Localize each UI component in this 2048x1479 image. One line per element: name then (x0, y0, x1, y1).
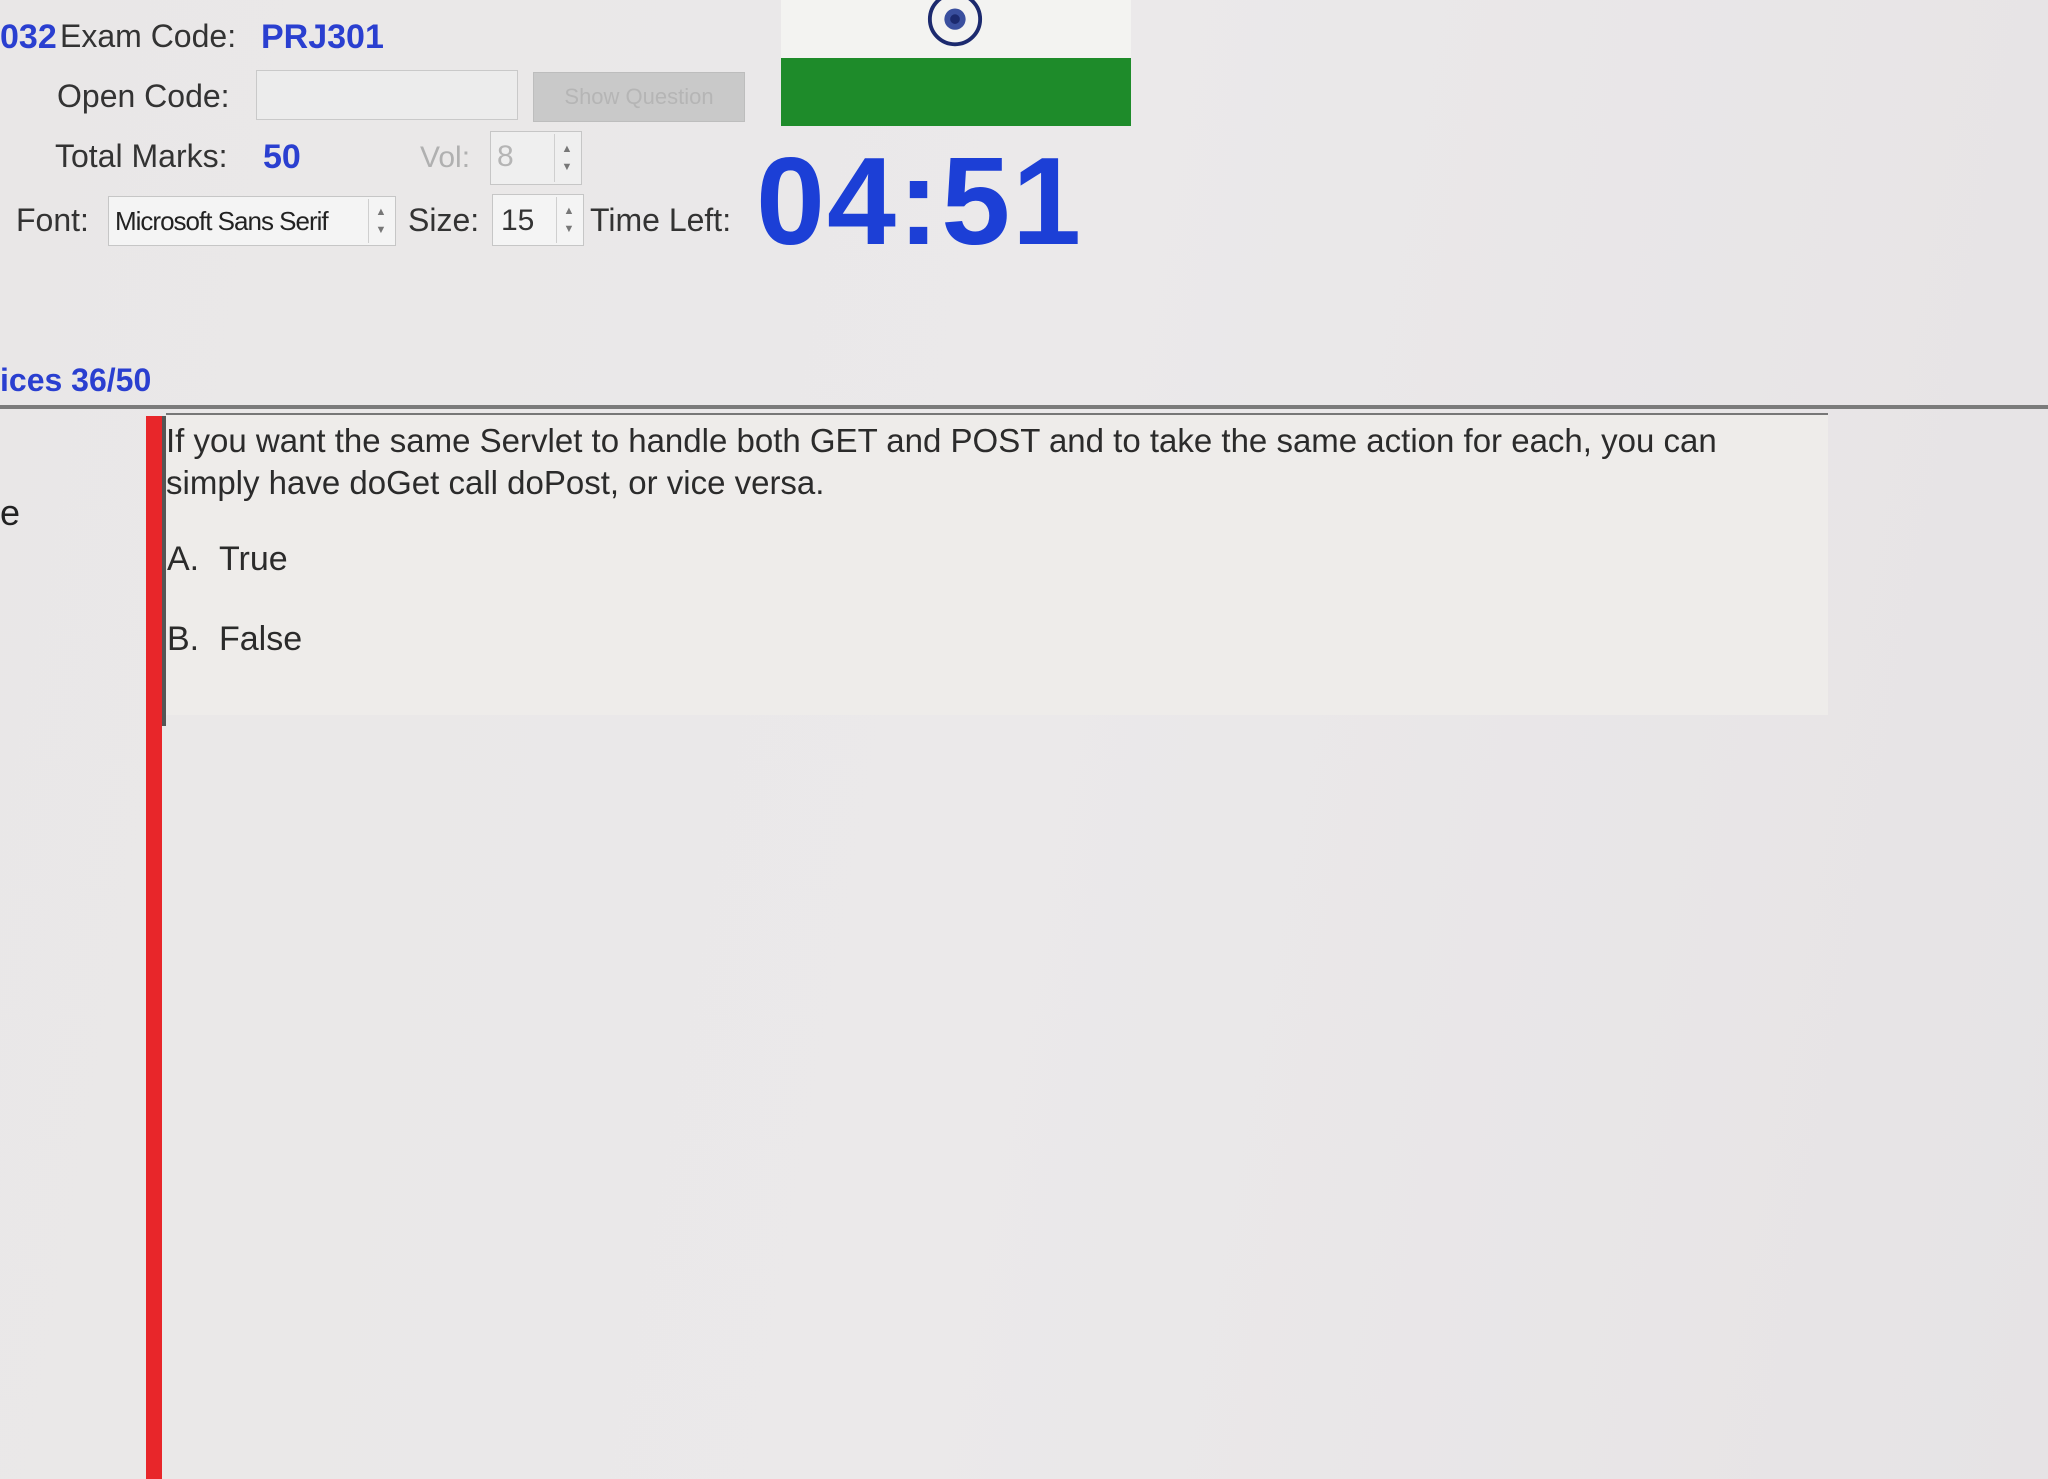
option-text: False (219, 620, 303, 658)
font-value: Microsoft Sans Serif (115, 206, 329, 236)
spin-down-icon[interactable]: ▼ (564, 223, 575, 235)
open-code-input[interactable] (256, 70, 518, 120)
countdown-timer: 04:51 (756, 133, 1084, 271)
open-code-label: Open Code: (57, 78, 230, 114)
option-b[interactable]: B. False (167, 620, 302, 659)
exam-code-label: Exam Code: (60, 18, 237, 54)
vol-value: 8 (497, 140, 514, 173)
spin-down-icon[interactable]: ▼ (562, 161, 573, 173)
size-label: Size: (408, 202, 480, 238)
spin-up-icon[interactable]: ▲ (562, 143, 573, 155)
vol-spin-buttons[interactable]: ▲ ▼ (554, 134, 579, 182)
option-letter: B. (167, 620, 200, 658)
red-separator-bar (146, 416, 162, 1479)
ashoka-chakra-icon (926, 0, 984, 47)
spin-up-icon[interactable]: ▲ (564, 205, 575, 217)
flag-green-band (781, 58, 1131, 126)
header-divider (0, 405, 2048, 409)
question-progress: ices 36/50 (0, 362, 152, 398)
size-value: 15 (501, 204, 535, 237)
question-text: If you want the same Servlet to handle b… (166, 422, 1717, 501)
option-text: True (219, 540, 288, 578)
vol-stepper[interactable]: 8 ▲ ▼ (490, 131, 582, 185)
total-marks-value: 50 (263, 138, 301, 176)
exam-prefix: 032 (0, 18, 57, 56)
option-a[interactable]: A. True (167, 540, 288, 579)
total-marks-label: Total Marks: (55, 138, 228, 174)
exam-code-value: PRJ301 (261, 18, 384, 56)
size-spin-buttons[interactable]: ▲ ▼ (556, 197, 581, 243)
time-left-label: Time Left: (590, 202, 732, 238)
option-letter: A. (167, 540, 200, 578)
left-panel-glyph: e (0, 492, 21, 533)
spin-down-icon[interactable]: ▼ (376, 224, 387, 236)
size-stepper[interactable]: 15 ▲ ▼ (492, 194, 584, 246)
spin-up-icon[interactable]: ▲ (376, 206, 387, 218)
vol-label: Vol: (420, 141, 471, 174)
font-spin-buttons[interactable]: ▲ ▼ (368, 199, 393, 243)
font-select[interactable]: Microsoft Sans Serif ▲ ▼ (108, 196, 396, 246)
show-question-button[interactable]: Show Question (533, 72, 745, 122)
font-label: Font: (16, 202, 89, 238)
